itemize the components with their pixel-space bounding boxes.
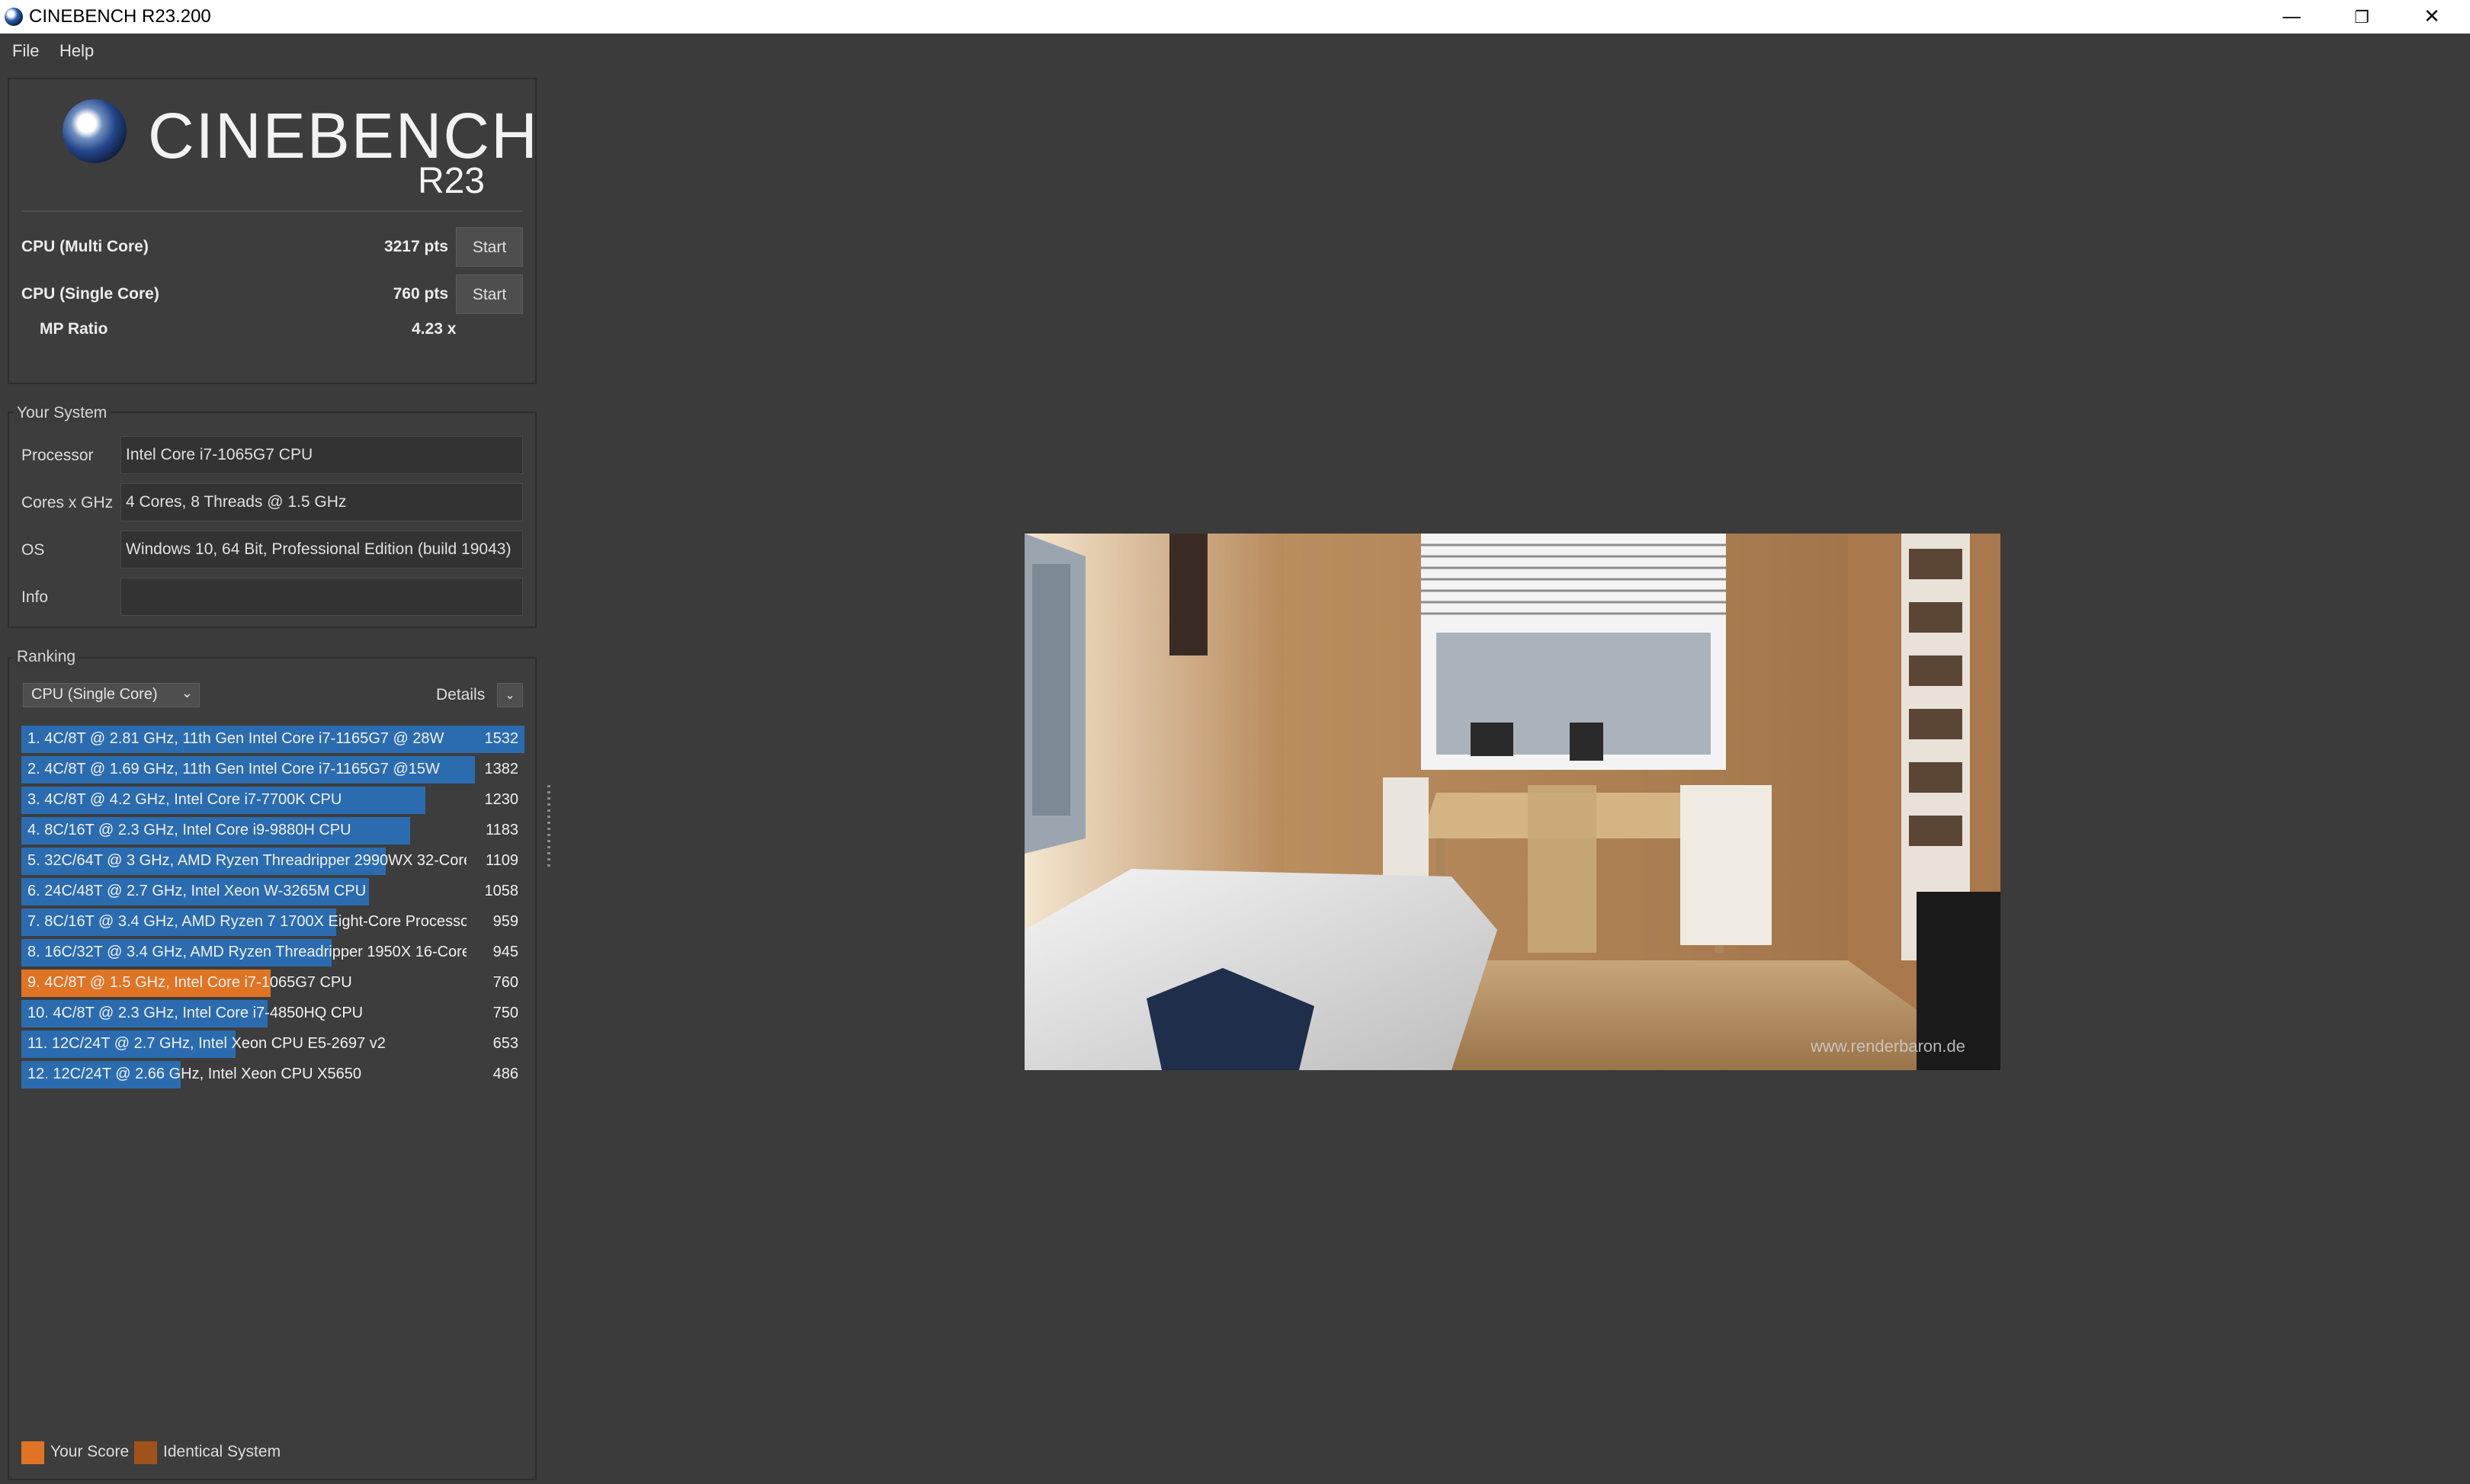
multi-core-row: CPU (Multi Core) 3217 pts Start bbox=[21, 227, 523, 270]
rendered-room-image bbox=[1025, 534, 2000, 1070]
benchmark-panel: CINEBENCH R23 CPU (Multi Core) 3217 pts … bbox=[8, 78, 537, 384]
ranking-row[interactable]: 11. 12C/24T @ 2.7 GHz, Intel Xeon CPU E5… bbox=[21, 1030, 524, 1058]
restore-button[interactable]: ❐ bbox=[2327, 0, 2397, 34]
info-row: Info bbox=[21, 578, 523, 617]
ranking-row[interactable]: 1. 4C/8T @ 2.81 GHz, 11th Gen Intel Core… bbox=[21, 726, 524, 753]
ranking-list: 1. 4C/8T @ 2.81 GHz, 11th Gen Intel Core… bbox=[21, 726, 524, 1091]
multi-core-start-button[interactable]: Start bbox=[456, 227, 523, 267]
restore-icon: ❐ bbox=[2354, 8, 2369, 27]
your-score-swatch bbox=[21, 1441, 44, 1464]
menu-bar: File Help bbox=[0, 34, 2470, 67]
ranking-row[interactable]: 2. 4C/8T @ 1.69 GHz, 11th Gen Intel Core… bbox=[21, 756, 524, 784]
processor-field[interactable]: Intel Core i7-1065G7 CPU bbox=[120, 436, 523, 474]
app-icon bbox=[5, 8, 23, 26]
os-label: OS bbox=[21, 541, 45, 559]
your-system-panel: Your System Processor Intel Core i7-1065… bbox=[8, 404, 537, 628]
info-field[interactable] bbox=[120, 578, 523, 616]
cores-label: Cores x GHz bbox=[21, 494, 114, 511]
chevron-down-icon: ⌄ bbox=[505, 688, 515, 702]
ranking-entry-score: 1382 bbox=[484, 761, 519, 777]
logo-version: R23 bbox=[417, 161, 485, 201]
ranking-entry-label: 12. 12C/24T @ 2.66 GHz, Intel Xeon CPU X… bbox=[27, 1066, 361, 1082]
single-core-label: CPU (Single Core) bbox=[21, 285, 159, 303]
details-toggle-button[interactable]: ⌄ bbox=[497, 683, 523, 707]
render-watermark: www.renderbaron.de bbox=[1810, 1037, 1965, 1056]
identical-system-legend-label: Identical System bbox=[163, 1443, 281, 1460]
multi-core-label: CPU (Multi Core) bbox=[21, 238, 149, 255]
ranking-entry-score: 945 bbox=[492, 944, 518, 960]
ranking-entry-score: 760 bbox=[492, 974, 518, 991]
ranking-entry-label: 5. 32C/64T @ 3 GHz, AMD Ryzen Threadripp… bbox=[27, 852, 467, 869]
ranking-row[interactable]: 3. 4C/8T @ 4.2 GHz, Intel Core i7-7700K … bbox=[21, 787, 524, 814]
ranking-row[interactable]: 9. 4C/8T @ 1.5 GHz, Intel Core i7-1065G7… bbox=[21, 970, 524, 997]
menu-file[interactable]: File bbox=[12, 41, 39, 61]
multi-core-score: 3217 pts bbox=[383, 238, 448, 255]
ranking-entry-label: 9. 4C/8T @ 1.5 GHz, Intel Core i7-1065G7… bbox=[27, 974, 352, 991]
ranking-entry-score: 959 bbox=[492, 913, 518, 930]
minimize-icon: — bbox=[2282, 5, 2302, 28]
mp-ratio-value: 4.23 x bbox=[412, 320, 457, 338]
ranking-row[interactable]: 5. 32C/64T @ 3 GHz, AMD Ryzen Threadripp… bbox=[21, 848, 524, 875]
close-icon: ✕ bbox=[2423, 5, 2440, 28]
single-core-start-button[interactable]: Start bbox=[456, 274, 523, 314]
os-row: OS Windows 10, 64 Bit, Professional Edit… bbox=[21, 530, 523, 570]
close-button[interactable]: ✕ bbox=[2397, 0, 2467, 34]
ranking-entry-label: 1. 4C/8T @ 2.81 GHz, 11th Gen Intel Core… bbox=[27, 730, 444, 747]
processor-row: Processor Intel Core i7-1065G7 CPU bbox=[21, 436, 523, 476]
window-title: CINEBENCH R23.200 bbox=[29, 6, 211, 27]
ranking-row[interactable]: 7. 8C/16T @ 3.4 GHz, AMD Ryzen 7 1700X E… bbox=[21, 909, 524, 936]
details-label: Details bbox=[436, 686, 486, 704]
your-system-heading: Your System bbox=[14, 404, 111, 422]
divider bbox=[21, 210, 523, 212]
ranking-entry-label: 4. 8C/16T @ 2.3 GHz, Intel Core i9-9880H… bbox=[27, 822, 351, 838]
ranking-entry-score: 1230 bbox=[484, 791, 519, 808]
ranking-entry-label: 7. 8C/16T @ 3.4 GHz, AMD Ryzen 7 1700X E… bbox=[27, 913, 467, 930]
os-field[interactable]: Windows 10, 64 Bit, Professional Edition… bbox=[120, 530, 523, 569]
cores-field[interactable]: 4 Cores, 8 Threads @ 1.5 GHz bbox=[120, 483, 523, 521]
single-core-row: CPU (Single Core) 760 pts Start bbox=[21, 274, 523, 317]
chevron-down-icon: ⌄ bbox=[181, 685, 193, 700]
ranking-entry-score: 1109 bbox=[485, 852, 518, 869]
panel-splitter-handle[interactable] bbox=[547, 785, 550, 869]
ranking-heading: Ranking bbox=[14, 648, 79, 666]
ranking-entry-score: 750 bbox=[492, 1005, 518, 1021]
single-core-score: 760 pts bbox=[393, 285, 448, 303]
menu-help[interactable]: Help bbox=[59, 41, 94, 61]
ranking-panel: Ranking CPU (Single Core) ⌄ Details ⌄ 1.… bbox=[8, 648, 537, 1480]
processor-label: Processor bbox=[21, 447, 94, 464]
render-viewport: www.renderbaron.de bbox=[1025, 534, 2000, 1070]
ranking-entry-label: 6. 24C/48T @ 2.7 GHz, Intel Xeon W-3265M… bbox=[27, 883, 367, 899]
ranking-entry-label: 10. 4C/8T @ 2.3 GHz, Intel Core i7-4850H… bbox=[27, 1005, 364, 1021]
ranking-entry-score: 1058 bbox=[484, 883, 519, 899]
ranking-entry-label: 2. 4C/8T @ 1.69 GHz, 11th Gen Intel Core… bbox=[27, 761, 440, 777]
ranking-entry-score: 1183 bbox=[485, 822, 518, 838]
ranking-entry-label: 3. 4C/8T @ 4.2 GHz, Intel Core i7-7700K … bbox=[27, 791, 342, 808]
ranking-entry-score: 486 bbox=[492, 1066, 518, 1082]
cores-row: Cores x GHz 4 Cores, 8 Threads @ 1.5 GHz bbox=[21, 483, 523, 523]
info-label: Info bbox=[21, 588, 49, 606]
ranking-entry-label: 11. 12C/24T @ 2.7 GHz, Intel Xeon CPU E5… bbox=[27, 1035, 386, 1052]
cinebench-logo-icon bbox=[63, 99, 127, 163]
minimize-button[interactable]: — bbox=[2257, 0, 2327, 34]
identical-system-swatch bbox=[134, 1441, 157, 1464]
mp-ratio-label: MP Ratio bbox=[40, 320, 108, 338]
ranking-entry-score: 653 bbox=[492, 1035, 518, 1052]
ranking-row[interactable]: 6. 24C/48T @ 2.7 GHz, Intel Xeon W-3265M… bbox=[21, 878, 524, 905]
ranking-mode-value: CPU (Single Core) bbox=[31, 686, 158, 703]
ranking-row[interactable]: 4. 8C/16T @ 2.3 GHz, Intel Core i9-9880H… bbox=[21, 817, 524, 845]
ranking-row[interactable]: 10. 4C/8T @ 2.3 GHz, Intel Core i7-4850H… bbox=[21, 1000, 524, 1027]
ranking-mode-dropdown[interactable]: CPU (Single Core) ⌄ bbox=[23, 683, 200, 707]
ranking-row[interactable]: 8. 16C/32T @ 3.4 GHz, AMD Ryzen Threadri… bbox=[21, 939, 524, 966]
ranking-entry-label: 8. 16C/32T @ 3.4 GHz, AMD Ryzen Threadri… bbox=[27, 944, 467, 960]
ranking-row[interactable]: 12. 12C/24T @ 2.66 GHz, Intel Xeon CPU X… bbox=[21, 1061, 524, 1088]
ranking-entry-score: 1532 bbox=[484, 730, 519, 747]
title-bar: CINEBENCH R23.200 — ❐ ✕ bbox=[0, 0, 2470, 34]
your-score-legend-label: Your Score bbox=[50, 1443, 130, 1460]
